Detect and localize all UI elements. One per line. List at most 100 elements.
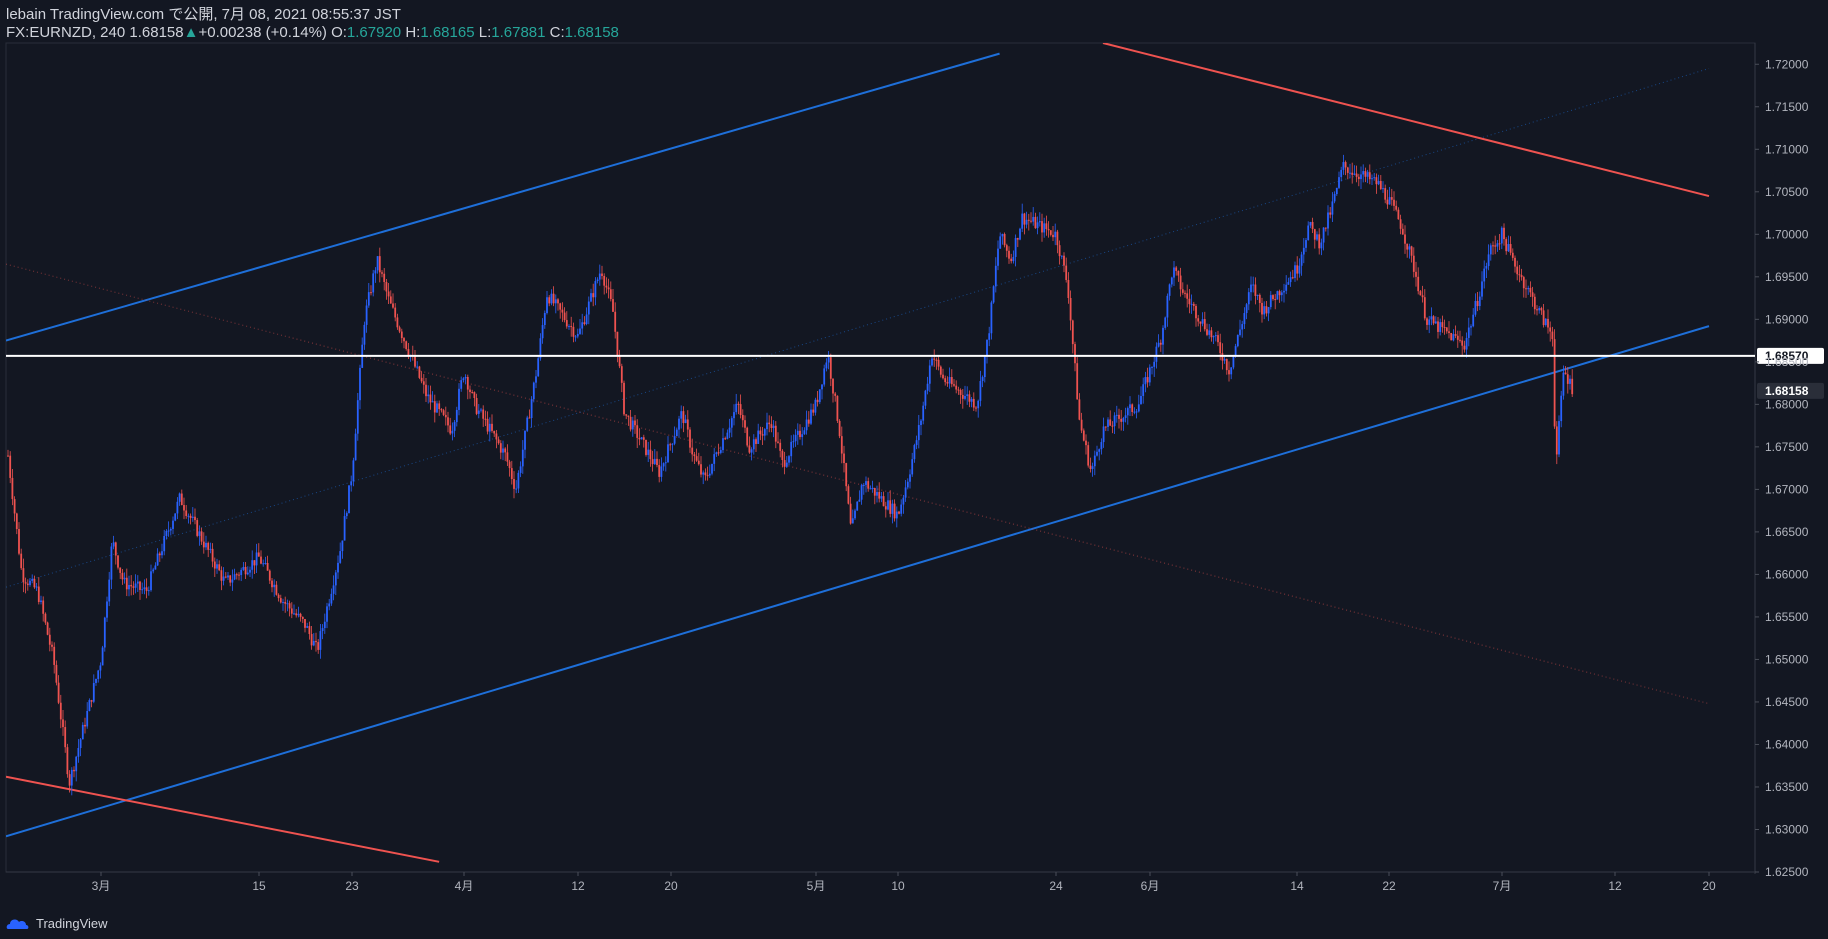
candle-body [376,256,379,271]
candle-body [1115,414,1118,416]
candle-body [1153,361,1156,367]
price-tick-label: 1.64500 [1765,695,1809,709]
candle-body [508,461,511,469]
candle-body [9,455,12,478]
price-chart[interactable]: 1.685701.68158 1.720001.715001.710001.70… [0,0,1828,939]
candle-body [436,403,438,413]
trendline-down-lower[interactable] [6,775,440,863]
candle-body [766,422,768,430]
candle-body [1173,267,1175,278]
candle-body [1397,209,1400,220]
candle-body [858,499,861,502]
candle-body [587,301,590,315]
candle-body [1199,321,1202,324]
time-tick-label: 4月 [455,879,474,893]
time-tick-label: 6月 [1141,879,1160,893]
candle-body [757,430,760,444]
candle-body [26,583,29,586]
candle-body [213,561,216,569]
candle-body [224,576,227,578]
candle-body [726,432,729,439]
candle-body [1234,346,1237,356]
candle-body [246,572,249,575]
price-axis[interactable]: 1.72000 1.71500 1.71000 1.70500 1.70000 1.695… [1755,57,1809,879]
candle-body [605,285,608,288]
brand-name: TradingView [36,916,108,931]
candle-body [1052,234,1054,238]
candle-body [946,382,949,384]
candle-body [917,425,920,441]
candle-body [1353,173,1356,175]
candle-body [640,437,643,440]
candle-body [722,438,724,451]
candle-body [1219,342,1222,354]
candle-body [1148,367,1151,383]
candle-body [1375,177,1378,185]
candle-body [1175,267,1178,271]
candle-body [546,297,548,314]
candle-body [1351,172,1354,175]
candle-body [581,322,584,329]
candle-body [895,511,898,519]
candle-body [700,464,702,475]
candle-body [211,548,214,562]
candle-body [466,376,469,390]
candle-body [768,422,771,425]
candle-body [818,389,821,403]
candle-body [156,553,159,566]
candle-body [312,640,315,646]
time-tick-label: 10 [891,879,905,893]
time-axis[interactable]: 3月 15 23 4月 12 20 5月 10 24 6月 14 22 7月 12 20 [92,872,1716,893]
candle-body [198,531,201,536]
candle-body [66,747,69,775]
candle-body [202,541,205,548]
candle-body [328,603,331,607]
candle-body [937,359,940,367]
candle-body [482,409,485,419]
candle-body [1560,395,1563,422]
candle-body [781,450,784,461]
tradingview-logo[interactable]: TradingView [6,916,108,931]
candle-body [425,384,427,397]
price-tick-label: 1.68000 [1765,397,1809,411]
candle-body [1098,449,1101,452]
trendline-channel-upper[interactable] [6,52,1000,342]
candle-body [7,455,9,457]
candle-body [1498,243,1501,245]
candle-body [106,601,108,618]
candle-body [187,515,190,517]
candle-body [838,420,841,437]
candle-body [869,488,872,490]
candle-body [1555,426,1558,455]
candle-body [174,513,177,521]
candle-body [431,401,434,403]
candle-body [161,551,163,556]
candle-body [400,331,403,339]
trendline-channel-lower[interactable] [6,325,1710,838]
candle-body [1529,287,1532,293]
candle-body [812,409,815,413]
candle-body [341,540,344,552]
candle-body [13,499,16,514]
candle-body [1197,318,1200,322]
candle-body [658,465,661,477]
candle-body [783,460,786,467]
candle-body [46,622,49,635]
candle-body [686,419,689,430]
candle-body [125,577,128,590]
candle-body [1404,234,1406,244]
chart-frame [5,42,1756,874]
candle-body [440,409,443,411]
trendline-down-upper[interactable] [1102,43,1710,198]
candle-body [1247,292,1250,305]
candle-body [306,626,309,628]
candle-body [235,574,238,576]
candle-body [123,577,126,580]
candle-body [1082,430,1085,441]
candle-body [682,411,685,423]
candle-body [321,628,324,632]
candle-body [44,613,47,623]
candle-body [1166,295,1169,318]
candle-body [141,589,144,591]
candle-body [1012,256,1015,262]
